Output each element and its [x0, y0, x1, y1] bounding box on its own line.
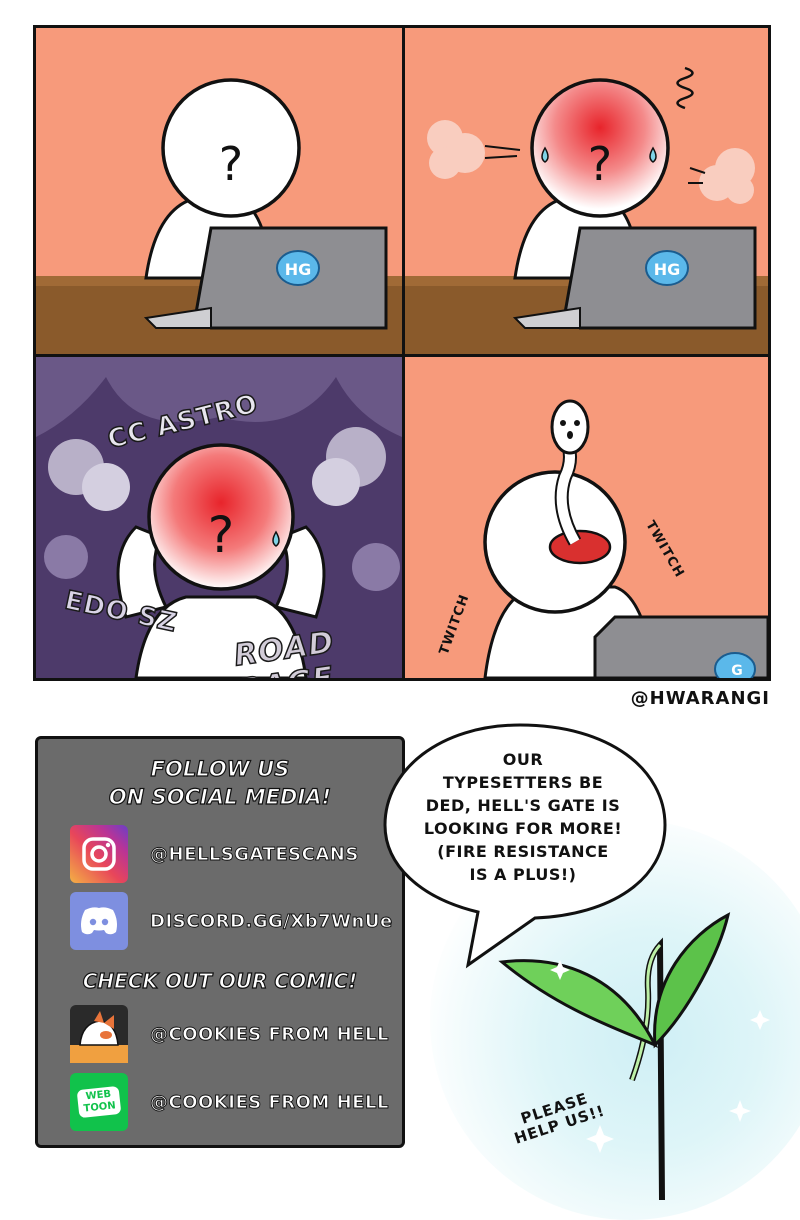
instagram-handle[interactable]: @HELLSGATESCANS	[150, 843, 359, 865]
hg-logo-text: HG	[654, 260, 681, 279]
comic-app-handle[interactable]: @COOKIES FROM HELL	[150, 1023, 389, 1045]
steam-left	[427, 120, 521, 179]
panel-1-art: ? HG	[36, 78, 402, 354]
bubble-line: LOOKING FOR MORE!	[423, 819, 623, 838]
hg-logo-text: HG	[285, 260, 312, 279]
discord-link[interactable]: DISCORD.GG/Xb7WnUe	[70, 891, 393, 951]
bubble-line: IS A PLUS!)	[469, 865, 577, 884]
artist-credit: @HWARANGI	[630, 688, 770, 709]
speech-bubble-text: OUR TYPESETTERS BE DED, HELL'S GATE IS L…	[412, 748, 634, 886]
cookies-comic-icon	[70, 1005, 128, 1063]
comic-panel-2: ? HG	[405, 28, 768, 354]
follow-title-line-2: ON SOCIAL MEDIA!	[108, 784, 332, 809]
comic-strip: ? HG ? HG ? CC ASTRO EDO SZ ROAD G TWITC…	[33, 25, 771, 681]
squiggle	[676, 66, 694, 110]
bubble-line: OUR	[502, 750, 544, 769]
webtoon-link[interactable]: WEB TOON @COOKIES FROM HELL	[70, 1072, 389, 1132]
discord-link-text[interactable]: DISCORD.GG/Xb7WnUe	[150, 910, 393, 932]
follow-title-line-1: FOLLOW US	[150, 756, 290, 781]
comic-app-link[interactable]: @COOKIES FROM HELL	[70, 1004, 389, 1064]
webtoon-handle[interactable]: @COOKIES FROM HELL	[150, 1091, 389, 1113]
question-mark: ?	[219, 137, 243, 191]
social-media-box: FOLLOW US ON SOCIAL MEDIA! @HELLSGATESCA…	[35, 736, 405, 1148]
question-mark: ?	[208, 506, 235, 564]
webtoon-icon-text-2: TOON	[82, 1100, 117, 1115]
follow-title: FOLLOW US ON SOCIAL MEDIA!	[38, 755, 402, 811]
bubble-line: TYPESETTERS BE	[442, 773, 604, 792]
comic-title: CHECK OUT OUR COMIC!	[82, 968, 358, 993]
hg-logo-text: G	[731, 663, 743, 678]
steam-right	[688, 148, 755, 204]
bubble-line: (FIRE RESISTANCE	[437, 842, 609, 861]
comic-panel-3: ? CC ASTRO EDO SZ ROAD RAGE	[36, 357, 402, 678]
question-mark: ?	[588, 137, 612, 191]
panel-2-art: ? HG	[405, 66, 768, 354]
instagram-icon	[70, 825, 128, 883]
open-mouth	[548, 529, 612, 565]
ghost-soul	[550, 399, 590, 455]
instagram-link[interactable]: @HELLSGATESCANS	[70, 824, 359, 884]
comic-panel-1: ? HG	[36, 28, 402, 354]
comic-page: ? HG ? HG ? CC ASTRO EDO SZ ROAD G TWITC…	[0, 0, 800, 1220]
webtoon-icon: WEB TOON	[70, 1073, 128, 1131]
bubble-line: DED, HELL'S GATE IS	[425, 796, 621, 815]
comic-panel-4: G TWITCH TWITCH	[405, 357, 768, 678]
discord-icon	[70, 892, 128, 950]
